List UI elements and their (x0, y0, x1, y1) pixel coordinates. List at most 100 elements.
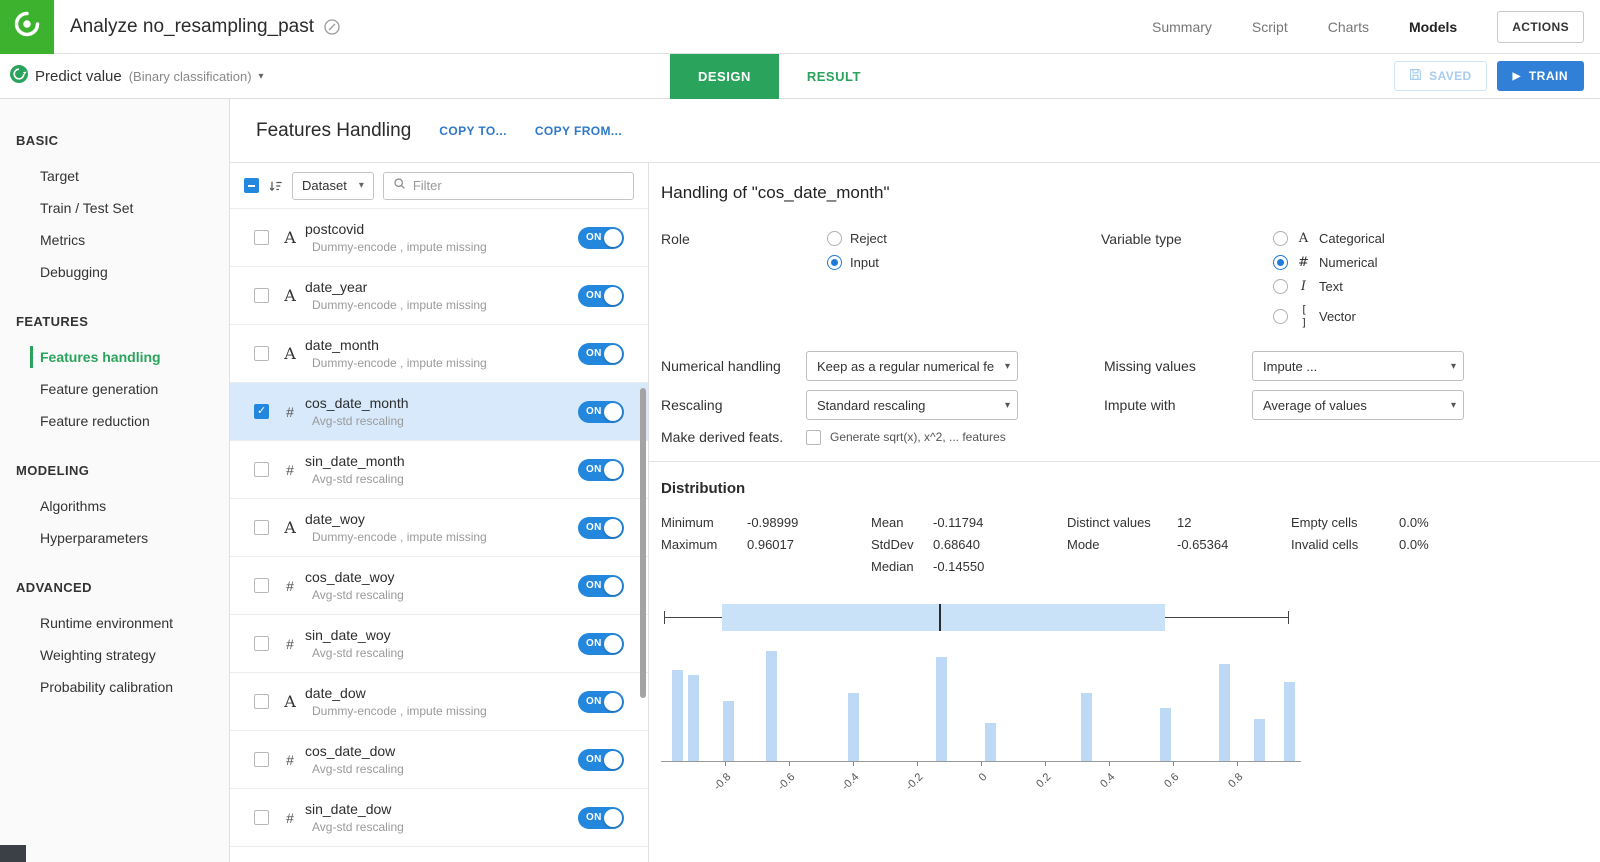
feature-toggle[interactable]: ON (578, 342, 624, 365)
sidebar-item-weighting-strategy[interactable]: Weighting strategy (0, 639, 229, 671)
stat-value: 0.0% (1399, 514, 1429, 530)
feature-row[interactable]: A date_year Dummy-encode , impute missin… (230, 266, 648, 324)
feature-name: date_woy (305, 511, 365, 527)
axis-tick-label: -0.6 (775, 771, 798, 793)
sidebar-item-feature-reduction[interactable]: Feature reduction (0, 405, 229, 437)
role-reject-radio[interactable]: Reject (827, 231, 1101, 246)
feature-row[interactable]: A postcovid Dummy-encode , impute missin… (230, 208, 648, 266)
sort-icon[interactable] (268, 179, 283, 193)
feature-toggle[interactable]: ON (578, 400, 624, 423)
task-type: (Binary classification) (128, 68, 252, 84)
sidebar-item-metrics[interactable]: Metrics (0, 224, 229, 256)
feature-toggle[interactable]: ON (578, 458, 624, 481)
feature-checkbox[interactable] (254, 810, 269, 825)
sidebar-item-debugging[interactable]: Debugging (0, 256, 229, 288)
feature-checkbox[interactable] (254, 636, 269, 651)
feature-row[interactable]: A date_bank ON (230, 846, 648, 862)
feature-checkbox[interactable] (254, 752, 269, 767)
derived-features-checkbox[interactable] (806, 429, 821, 445)
copy-to-link[interactable]: COPY TO... (439, 124, 507, 138)
feature-name: postcovid (305, 221, 365, 237)
content: BASIC Target Train / Test Set Metrics De… (0, 99, 1600, 862)
feature-description: Dummy-encode , impute missing (312, 298, 487, 312)
stat-label: Invalid cells (1291, 536, 1359, 552)
sidebar-item-train-test-set[interactable]: Train / Test Set (0, 192, 229, 224)
histogram-bar (687, 675, 699, 761)
copy-from-link[interactable]: COPY FROM... (535, 124, 622, 138)
sidebar-item-runtime-environment[interactable]: Runtime environment (0, 607, 229, 639)
feature-checkbox[interactable] (254, 288, 269, 303)
variable-type-text-radio[interactable]: I Text (1273, 279, 1584, 294)
feature-toggle[interactable]: ON (578, 632, 624, 655)
impute-with-select[interactable]: Average of values ▾ (1252, 390, 1464, 420)
tab-charts[interactable]: Charts (1328, 19, 1369, 35)
feature-name: cos_date_dow (305, 743, 396, 759)
sidebar-item-feature-generation[interactable]: Feature generation (0, 373, 229, 405)
app-root: Analyze no_resampling_past Summary Scrip… (0, 0, 1600, 862)
select-all-checkbox[interactable] (244, 178, 259, 193)
feature-toggle-label: ON (586, 522, 602, 533)
missing-values-select[interactable]: Impute ... ▾ (1252, 351, 1464, 381)
tab-models[interactable]: Models (1409, 19, 1457, 35)
sidebar-item-probability-calibration[interactable]: Probability calibration (0, 671, 229, 703)
feature-type-icon: A (284, 344, 296, 363)
feature-checkbox[interactable] (254, 578, 269, 593)
axis-tick-label: -0.2 (903, 771, 926, 793)
variable-type-categorical-radio[interactable]: A Categorical (1273, 231, 1584, 246)
feature-checkbox[interactable] (254, 462, 269, 477)
feature-checkbox[interactable] (254, 520, 269, 535)
feature-row[interactable]: # cos_date_month Avg-std rescaling ON (230, 382, 648, 440)
feature-row[interactable]: # sin_date_woy Avg-std rescaling ON (230, 614, 648, 672)
scrollbar[interactable] (640, 388, 646, 698)
feature-row[interactable]: # cos_date_woy Avg-std rescaling ON (230, 556, 648, 614)
feature-toggle[interactable]: ON (578, 574, 624, 597)
histogram-x-axis-labels: -0.8 -0.6 -0.4 -0.2 0 0.2 0.4 0.6 0.8 (661, 762, 1301, 804)
tab-design[interactable]: DESIGN (670, 54, 779, 99)
tab-result[interactable]: RESULT (779, 54, 889, 99)
tab-script[interactable]: Script (1252, 19, 1288, 35)
feature-row[interactable]: A date_woy Dummy-encode , impute missing… (230, 498, 648, 556)
edit-title-icon[interactable] (324, 18, 340, 35)
sidebar-item-target[interactable]: Target (0, 160, 229, 192)
panel-header: Features Handling COPY TO... COPY FROM..… (230, 99, 1600, 163)
dataiku-logo[interactable] (0, 0, 54, 54)
actions-button[interactable]: ACTIONS (1497, 10, 1584, 43)
feature-checkbox[interactable] (254, 230, 269, 245)
feature-checkbox[interactable] (254, 404, 269, 419)
sidebar-item-algorithms[interactable]: Algorithms (0, 490, 229, 522)
feature-toggle[interactable]: ON (578, 226, 624, 249)
feature-row[interactable]: # cos_date_dow Avg-std rescaling ON (230, 730, 648, 788)
variable-type-vector-radio[interactable]: [ ] Vector (1273, 303, 1584, 329)
task-selector[interactable]: Predict value (Binary classification) ▾ (10, 64, 264, 88)
dataset-dropdown[interactable]: Dataset ▾ (292, 171, 374, 200)
feature-row[interactable]: A date_month Dummy-encode , impute missi… (230, 324, 648, 382)
feature-toggle[interactable]: ON (578, 516, 624, 539)
sidebar-item-features-handling[interactable]: Features handling (0, 341, 229, 373)
train-button[interactable]: ▶ TRAIN (1496, 61, 1584, 91)
feature-toggle[interactable]: ON (578, 690, 624, 713)
role-input-radio[interactable]: Input (827, 255, 1101, 270)
feature-row[interactable]: # sin_date_dow Avg-std rescaling ON (230, 788, 648, 846)
feature-toggle[interactable]: ON (578, 284, 624, 307)
tab-summary[interactable]: Summary (1152, 19, 1212, 35)
feature-type-icon: A (284, 228, 296, 247)
feature-row[interactable]: # sin_date_month Avg-std rescaling ON (230, 440, 648, 498)
chevron-down-icon[interactable]: ▾ (259, 71, 264, 82)
axis-tick (1045, 762, 1046, 766)
feature-toggle[interactable]: ON (578, 806, 624, 829)
feature-meta: sin_date_dow Avg-std rescaling (305, 801, 568, 834)
feature-checkbox[interactable] (254, 346, 269, 361)
variable-type-text-label: Text (1319, 279, 1343, 294)
filter-input[interactable] (412, 178, 624, 193)
sidebar-item-hyperparameters[interactable]: Hyperparameters (0, 522, 229, 554)
feature-toggle-label: ON (586, 638, 602, 649)
filter-box (382, 171, 634, 200)
feature-row[interactable]: A date_dow Dummy-encode , impute missing… (230, 672, 648, 730)
feature-checkbox[interactable] (254, 694, 269, 709)
design-sidebar: BASIC Target Train / Test Set Metrics De… (0, 99, 230, 862)
axis-tick-label: 0.6 (1162, 771, 1182, 791)
rescaling-select[interactable]: Standard rescaling ▾ (806, 390, 1018, 420)
numerical-handling-select[interactable]: Keep as a regular numerical fe ▾ (806, 351, 1018, 381)
feature-toggle[interactable]: ON (578, 748, 624, 771)
variable-type-numerical-radio[interactable]: # Numerical (1273, 255, 1584, 270)
